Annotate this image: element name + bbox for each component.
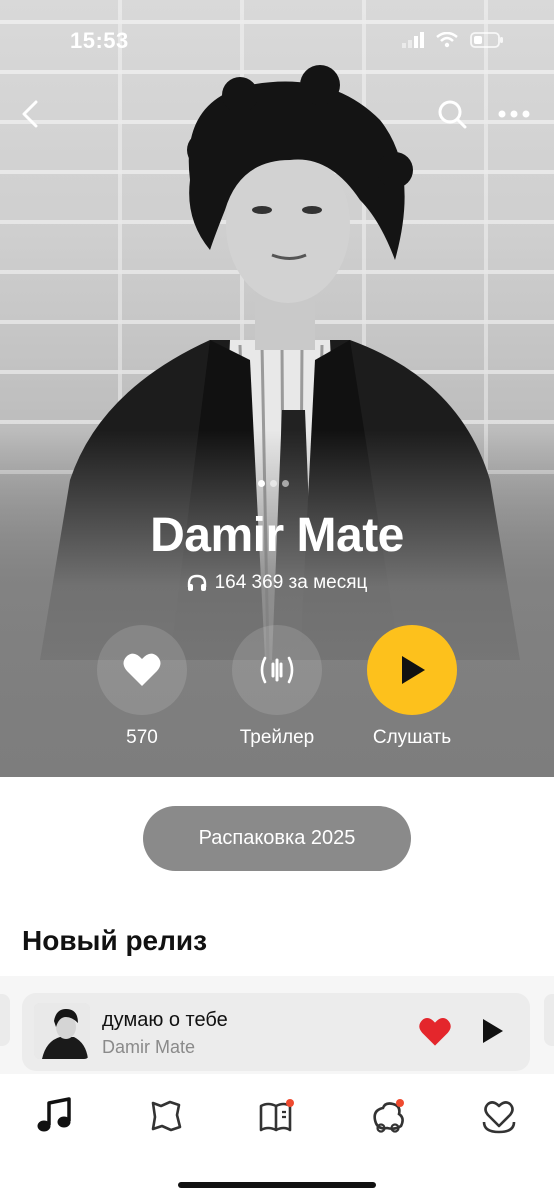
listen-circle[interactable] [367,625,457,715]
wifi-icon [436,32,458,48]
tab-kids[interactable] [366,1094,410,1138]
listen-label: Слушать [372,727,452,748]
like-circle[interactable] [97,625,187,715]
heart-icon [123,653,161,686]
battery-icon [470,32,503,48]
like-artist-button[interactable]: 570 [87,625,197,749]
more-button[interactable] [492,92,536,136]
heart-badge-icon [482,1101,516,1134]
heart-filled-icon [419,1018,451,1046]
pager-dot [282,480,289,487]
trailer-waveform-icon [260,656,294,684]
track-play-button[interactable] [477,1015,511,1049]
trailer-button[interactable]: Трейлер [222,625,332,749]
search-button[interactable] [430,92,474,136]
map-icon [151,1100,182,1132]
mini-player-area: думаю о тебе Damir Mate [0,976,554,1074]
book-icon [259,1099,294,1132]
photo-pager[interactable] [258,480,289,487]
artist-name: Damir Mate [150,509,404,562]
trailer-label: Трейлер [239,727,315,748]
pager-dot [258,480,265,487]
unpack-2025-button[interactable]: Распаковка 2025 [143,806,411,871]
search-icon [438,100,467,129]
notification-dot [396,1099,404,1107]
bottom-tab-bar [0,1074,554,1200]
more-icon [498,110,530,118]
play-icon [402,656,425,684]
pager-dot [270,480,277,487]
tab-music[interactable] [33,1094,77,1138]
track-artist: Damir Mate [102,1037,196,1057]
listen-button[interactable]: Слушать [357,625,467,749]
tab-favorites[interactable] [477,1094,521,1138]
like-count: 570 [126,727,158,748]
prev-card-edge[interactable] [0,994,10,1046]
trailer-circle[interactable] [232,625,322,715]
track-like-button[interactable] [418,1015,452,1049]
play-icon [483,1019,503,1043]
music-icon [37,1097,71,1132]
notification-dot [286,1099,294,1107]
track-cover-image [34,1003,90,1059]
signal-icon [402,32,424,48]
listeners-text: 164 369 за месяц [214,572,368,593]
next-card-edge[interactable] [544,994,554,1046]
artist-hero: 15:53 Damir Mate 164 369 за месяц 570 Тр… [0,0,554,777]
mini-player[interactable]: думаю о тебе Damir Mate [22,993,530,1071]
section-title-new-release: Новый релиз [22,925,208,956]
status-time: 15:53 [70,28,129,53]
track-title: думаю о тебе [102,1009,228,1031]
status-bar: 15:53 [0,22,554,62]
back-icon [22,100,38,128]
tab-map[interactable] [144,1094,188,1138]
monthly-listeners: 164 369 за месяц [0,572,554,594]
tab-library[interactable] [255,1094,299,1138]
kids-icon [373,1099,404,1133]
headphones-icon [187,574,206,591]
home-indicator[interactable] [178,1182,376,1188]
track-cover [34,1003,90,1059]
status-icons [402,32,504,48]
back-button[interactable] [8,92,52,136]
